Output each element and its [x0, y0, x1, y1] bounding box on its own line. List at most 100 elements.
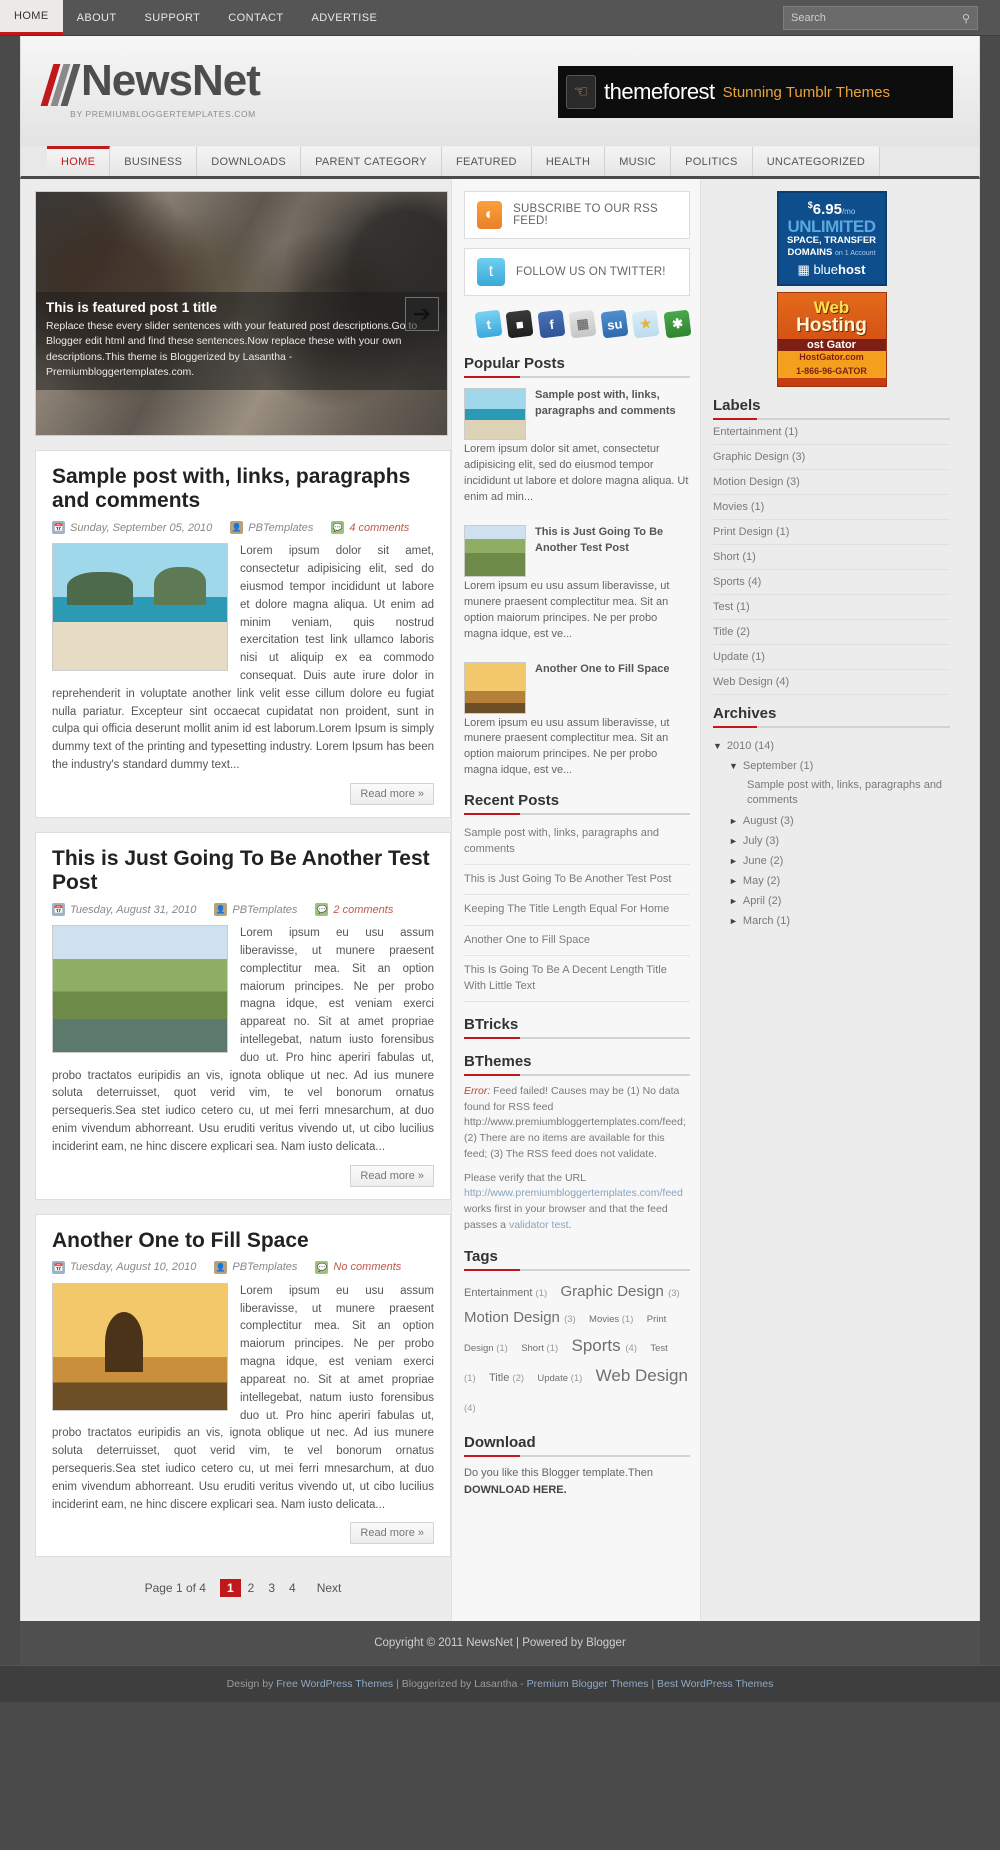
- cat-nav-item-uncategorized[interactable]: UNCATEGORIZED: [752, 146, 881, 176]
- tag-item[interactable]: Sports (4): [572, 1336, 642, 1355]
- label-link[interactable]: Update (1): [713, 645, 950, 670]
- popular-post-title[interactable]: Sample post with, links, paragraphs and …: [535, 388, 690, 420]
- search-box[interactable]: ⚲: [783, 6, 978, 30]
- archive-toggle-icon[interactable]: ▼: [729, 761, 738, 771]
- label-link[interactable]: Title (2): [713, 620, 950, 645]
- twitter-share-icon[interactable]: t: [474, 309, 503, 339]
- featured-slider[interactable]: This is featured post 1 title Replace th…: [35, 191, 448, 436]
- delicious-share-icon[interactable]: ■: [505, 309, 535, 339]
- popular-post-title[interactable]: Another One to Fill Space: [535, 662, 669, 678]
- archive-item[interactable]: ▼ 2010 (14): [713, 736, 950, 756]
- archive-toggle-icon[interactable]: ►: [729, 876, 738, 886]
- recent-post-link[interactable]: Sample post with, links, paragraphs and …: [464, 819, 690, 866]
- post-title[interactable]: Another One to Fill Space: [52, 1229, 434, 1253]
- themeforest-ad-banner[interactable]: ☜ themeforest Stunning Tumblr Themes: [558, 66, 953, 118]
- read-more-button[interactable]: Read more »: [350, 1522, 434, 1545]
- pagination-page-3[interactable]: 3: [261, 1579, 282, 1597]
- recent-post-link[interactable]: Another One to Fill Space: [464, 926, 690, 957]
- post-thumbnail[interactable]: [52, 1282, 228, 1411]
- recent-post-link[interactable]: This is Just Going To Be Another Test Po…: [464, 865, 690, 896]
- download-link[interactable]: DOWNLOAD HERE.: [464, 1484, 567, 1496]
- post-comments[interactable]: 2 comments: [333, 904, 393, 916]
- xing-share-icon[interactable]: ✱: [663, 309, 692, 339]
- post-comments[interactable]: No comments: [333, 1261, 401, 1273]
- label-link[interactable]: Sports (4): [713, 570, 950, 595]
- archive-toggle-icon[interactable]: ►: [729, 836, 738, 846]
- label-link[interactable]: Motion Design (3): [713, 470, 950, 495]
- slider-next-arrow-icon[interactable]: ➔: [405, 297, 439, 331]
- popular-post-thumbnail[interactable]: [464, 524, 526, 577]
- archive-item[interactable]: ► March (1): [713, 911, 950, 931]
- cat-nav-item-home[interactable]: HOME: [47, 146, 111, 176]
- archive-item[interactable]: ► July (3): [713, 831, 950, 851]
- yahoo-buzz-share-icon[interactable]: ★: [631, 309, 661, 339]
- validator-test-link[interactable]: validator test: [509, 1219, 569, 1231]
- archive-toggle-icon[interactable]: ►: [729, 856, 738, 866]
- site-logo[interactable]: NewsNet BY PREMIUMBLOGGERTEMPLATES.COM: [40, 59, 261, 119]
- archive-item[interactable]: ► June (2): [713, 851, 950, 871]
- read-more-button[interactable]: Read more »: [350, 1164, 434, 1187]
- search-icon[interactable]: ⚲: [955, 12, 977, 25]
- cat-nav-item-featured[interactable]: FEATURED: [441, 146, 532, 176]
- archive-toggle-icon[interactable]: ►: [729, 896, 738, 906]
- label-link[interactable]: Print Design (1): [713, 520, 950, 545]
- cat-nav-item-business[interactable]: BUSINESS: [110, 146, 198, 176]
- cat-nav-item-downloads[interactable]: DOWNLOADS: [197, 146, 302, 176]
- post-thumbnail[interactable]: [52, 925, 228, 1054]
- archive-item[interactable]: ► April (2): [713, 891, 950, 911]
- reddit-share-icon[interactable]: ▦: [568, 309, 598, 339]
- top-nav-item-advertise[interactable]: ADVERTISE: [297, 0, 391, 35]
- archive-item[interactable]: ► August (3): [713, 811, 950, 831]
- archive-toggle-icon[interactable]: ►: [729, 816, 738, 826]
- popular-post-thumbnail[interactable]: [464, 388, 526, 440]
- tag-item[interactable]: Update (1): [537, 1373, 587, 1384]
- credits-link-2[interactable]: Premium Blogger Themes: [527, 1678, 649, 1690]
- bluehost-ad[interactable]: $6.95/mo UNLIMITED SPACE, TRANSFER DOMAI…: [776, 191, 887, 286]
- tag-item[interactable]: Short (1): [521, 1343, 563, 1354]
- post-thumbnail[interactable]: [52, 543, 228, 672]
- rss-subscribe-box[interactable]: ◐ SUBSCRIBE TO OUR RSS FEED!: [464, 191, 690, 239]
- tag-item[interactable]: Graphic Design (3): [561, 1283, 685, 1300]
- label-link[interactable]: Graphic Design (3): [713, 445, 950, 470]
- stumbleupon-share-icon[interactable]: su: [600, 309, 629, 339]
- top-nav-item-contact[interactable]: CONTACT: [214, 0, 297, 35]
- facebook-share-icon[interactable]: f: [537, 309, 566, 339]
- tag-item[interactable]: Movies (1): [589, 1314, 638, 1325]
- label-link[interactable]: Web Design (4): [713, 670, 950, 695]
- recent-post-link[interactable]: Keeping The Title Length Equal For Home: [464, 895, 690, 926]
- cat-nav-item-health[interactable]: HEALTH: [531, 146, 606, 176]
- cat-nav-item-politics[interactable]: POLITICS: [671, 146, 753, 176]
- credits-link-1[interactable]: Free WordPress Themes: [276, 1678, 393, 1690]
- post-title[interactable]: Sample post with, links, paragraphs and …: [52, 465, 434, 513]
- label-link[interactable]: Short (1): [713, 545, 950, 570]
- search-input[interactable]: [784, 12, 955, 24]
- top-nav-item-support[interactable]: SUPPORT: [131, 0, 215, 35]
- label-link[interactable]: Movies (1): [713, 495, 950, 520]
- recent-post-link[interactable]: This Is Going To Be A Decent Length Titl…: [464, 956, 690, 1002]
- pagination-page-4[interactable]: 4: [282, 1579, 303, 1597]
- archive-item[interactable]: ► May (2): [713, 871, 950, 891]
- twitter-follow-box[interactable]: t FOLLOW US ON TWITTER!: [464, 248, 690, 296]
- read-more-button[interactable]: Read more »: [350, 782, 434, 805]
- archive-toggle-icon[interactable]: ►: [729, 916, 738, 926]
- post-comments[interactable]: 4 comments: [349, 522, 409, 534]
- credits-link-3[interactable]: Best WordPress Themes: [657, 1678, 773, 1690]
- tag-item[interactable]: Motion Design (3): [464, 1309, 581, 1326]
- cat-nav-item-music[interactable]: MUSIC: [605, 146, 672, 176]
- pagination-next[interactable]: Next: [310, 1579, 349, 1597]
- tag-item[interactable]: Entertainment (1): [464, 1287, 552, 1299]
- archive-item[interactable]: ▼ September (1): [713, 756, 950, 776]
- hostgator-ad[interactable]: Web Hosting ost Gator HostGator.com 1-86…: [776, 292, 887, 387]
- popular-post-thumbnail[interactable]: [464, 661, 526, 714]
- popular-post-title[interactable]: This is Just Going To Be Another Test Po…: [535, 525, 690, 557]
- top-nav-item-home[interactable]: HOME: [0, 0, 63, 35]
- cat-nav-item-parent-category[interactable]: PARENT CATEGORY: [301, 146, 442, 176]
- archive-toggle-icon[interactable]: ▼: [713, 741, 722, 751]
- top-nav-item-about[interactable]: ABOUT: [63, 0, 131, 35]
- tag-item[interactable]: Title (2): [489, 1372, 529, 1384]
- pagination-page-1[interactable]: 1: [219, 1579, 241, 1598]
- pagination-page-2[interactable]: 2: [241, 1579, 262, 1597]
- post-title[interactable]: This is Just Going To Be Another Test Po…: [52, 847, 434, 895]
- feed-url-link[interactable]: http://www.premiumbloggertemplates.com/f…: [464, 1187, 683, 1199]
- archive-item[interactable]: Sample post with, links, paragraphs and …: [713, 776, 950, 811]
